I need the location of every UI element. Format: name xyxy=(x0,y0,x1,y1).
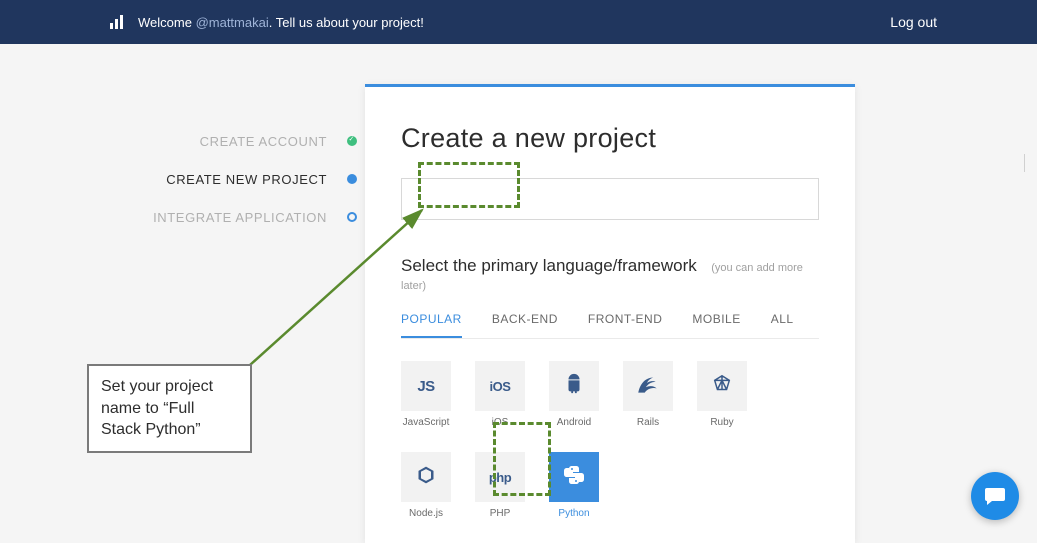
tab-mobile[interactable]: MOBILE xyxy=(692,312,740,338)
content: CREATE ACCOUNT CREATE NEW PROJECT INTEGR… xyxy=(0,44,1037,543)
step-label: CREATE NEW PROJECT xyxy=(166,172,327,187)
framework-label: Select the primary language/framework xyxy=(401,256,697,275)
logout-link[interactable]: Log out xyxy=(890,14,937,30)
tile-label: Android xyxy=(549,417,599,428)
welcome-text: Welcome @mattmakai. Tell us about your p… xyxy=(138,15,890,30)
tile-javascript[interactable]: JS JavaScript xyxy=(401,361,451,428)
framework-tabs: POPULAR BACK-END FRONT-END MOBILE ALL xyxy=(401,312,819,339)
tile-php[interactable]: php PHP xyxy=(475,452,525,519)
tile-label: Ruby xyxy=(697,417,747,428)
tile-label: JavaScript xyxy=(401,417,451,428)
tile-label: PHP xyxy=(475,508,525,519)
steps-sidebar: CREATE ACCOUNT CREATE NEW PROJECT INTEGR… xyxy=(0,84,365,543)
tile-android[interactable]: Android xyxy=(549,361,599,428)
android-icon xyxy=(563,373,585,399)
tab-back-end[interactable]: BACK-END xyxy=(492,312,558,338)
annotation-callout: Set your project name to “Full Stack Pyt… xyxy=(87,364,252,453)
javascript-icon: JS xyxy=(417,378,434,395)
tile-label: Rails xyxy=(623,417,673,428)
php-icon: php xyxy=(489,470,511,485)
annotation-text: Set your project name to “Full Stack Pyt… xyxy=(101,378,213,438)
ruby-icon xyxy=(711,373,733,399)
step-label: CREATE ACCOUNT xyxy=(200,134,327,149)
welcome-suffix: . Tell us about your project! xyxy=(269,15,424,30)
framework-heading: Select the primary language/framework (y… xyxy=(401,256,819,294)
step-current-icon xyxy=(347,174,357,184)
topbar: Welcome @mattmakai. Tell us about your p… xyxy=(0,0,1037,44)
python-icon xyxy=(562,463,586,491)
tile-rails[interactable]: Rails xyxy=(623,361,673,428)
username-handle: @mattmakai xyxy=(196,15,269,30)
tab-front-end[interactable]: FRONT-END xyxy=(588,312,663,338)
welcome-prefix: Welcome xyxy=(138,15,196,30)
tile-ios[interactable]: iOS iOS xyxy=(475,361,525,428)
tile-nodejs[interactable]: Node.js xyxy=(401,452,451,519)
tile-label: Python xyxy=(549,508,599,519)
chat-widget-button[interactable] xyxy=(971,472,1019,520)
ios-icon: iOS xyxy=(490,379,511,394)
tab-all[interactable]: ALL xyxy=(771,312,794,338)
step-create-account: CREATE ACCOUNT xyxy=(0,128,365,154)
step-done-icon xyxy=(347,136,357,146)
step-label: INTEGRATE APPLICATION xyxy=(153,210,327,225)
framework-tiles: JS JavaScript iOS iOS Android Rails Ruby xyxy=(401,361,819,519)
tile-label: iOS xyxy=(475,417,525,428)
page-title: Create a new project xyxy=(401,123,819,154)
tile-ruby[interactable]: Ruby xyxy=(697,361,747,428)
nodejs-icon xyxy=(416,464,436,490)
rails-icon xyxy=(635,371,661,401)
brand-logo-icon xyxy=(108,13,126,31)
tile-python[interactable]: Python xyxy=(549,452,599,519)
step-pending-icon xyxy=(347,212,357,222)
step-integrate-application: INTEGRATE APPLICATION xyxy=(0,204,365,230)
chat-icon xyxy=(983,484,1007,508)
tile-label: Node.js xyxy=(401,508,451,519)
step-create-project: CREATE NEW PROJECT xyxy=(0,166,365,192)
project-name-input[interactable] xyxy=(401,178,819,220)
project-card: Create a new project Select the primary … xyxy=(365,84,855,543)
tab-popular[interactable]: POPULAR xyxy=(401,312,462,338)
